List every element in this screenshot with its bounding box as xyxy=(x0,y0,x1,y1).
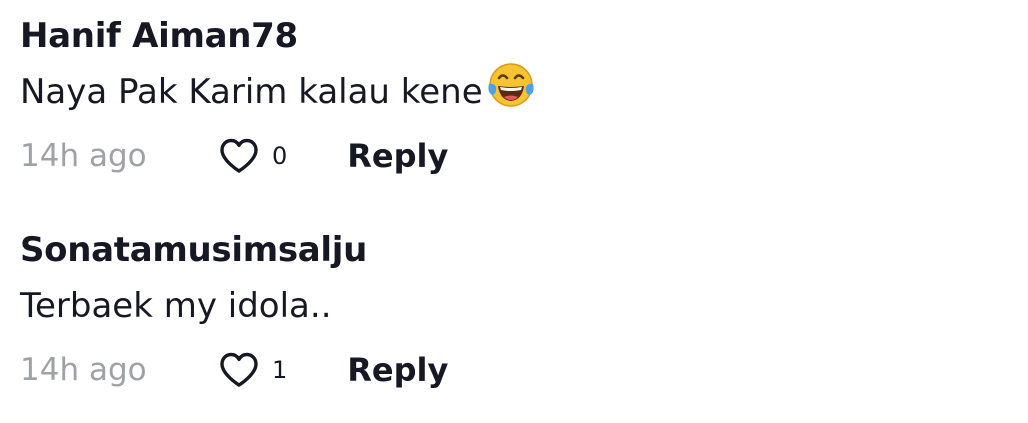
like-count: 0 xyxy=(272,142,288,170)
comment-text-row: Terbaek my idola.. xyxy=(20,284,1000,328)
face-with-tears-of-joy-icon xyxy=(488,63,534,107)
reply-button[interactable]: Reply xyxy=(347,137,448,175)
like-button[interactable]: 0 xyxy=(218,137,287,175)
comment-time: 14h ago xyxy=(20,352,147,388)
comment-text-row: Naya Pak Karim kalau kene xyxy=(20,63,1000,114)
comment-text: Terbaek my idola.. xyxy=(20,286,332,326)
comment-item: Hanif Aiman78 Naya Pak Karim kalau kene … xyxy=(20,14,1000,178)
comment-time: 14h ago xyxy=(20,138,147,174)
comment-username[interactable]: Hanif Aiman78 xyxy=(20,14,1000,58)
comment-meta: 14h ago 1 Reply xyxy=(20,348,1000,392)
comment-username[interactable]: Sonatamusimsalju xyxy=(20,228,1000,272)
reply-button[interactable]: Reply xyxy=(347,351,448,389)
comment-meta: 14h ago 0 Reply xyxy=(20,134,1000,178)
comment-item: Sonatamusimsalju Terbaek my idola.. 14h … xyxy=(20,228,1000,392)
like-button[interactable]: 1 xyxy=(218,351,287,389)
heart-icon[interactable] xyxy=(218,137,260,175)
heart-icon[interactable] xyxy=(218,351,260,389)
comment-text: Naya Pak Karim kalau kene xyxy=(20,72,483,112)
like-count: 1 xyxy=(272,356,288,384)
